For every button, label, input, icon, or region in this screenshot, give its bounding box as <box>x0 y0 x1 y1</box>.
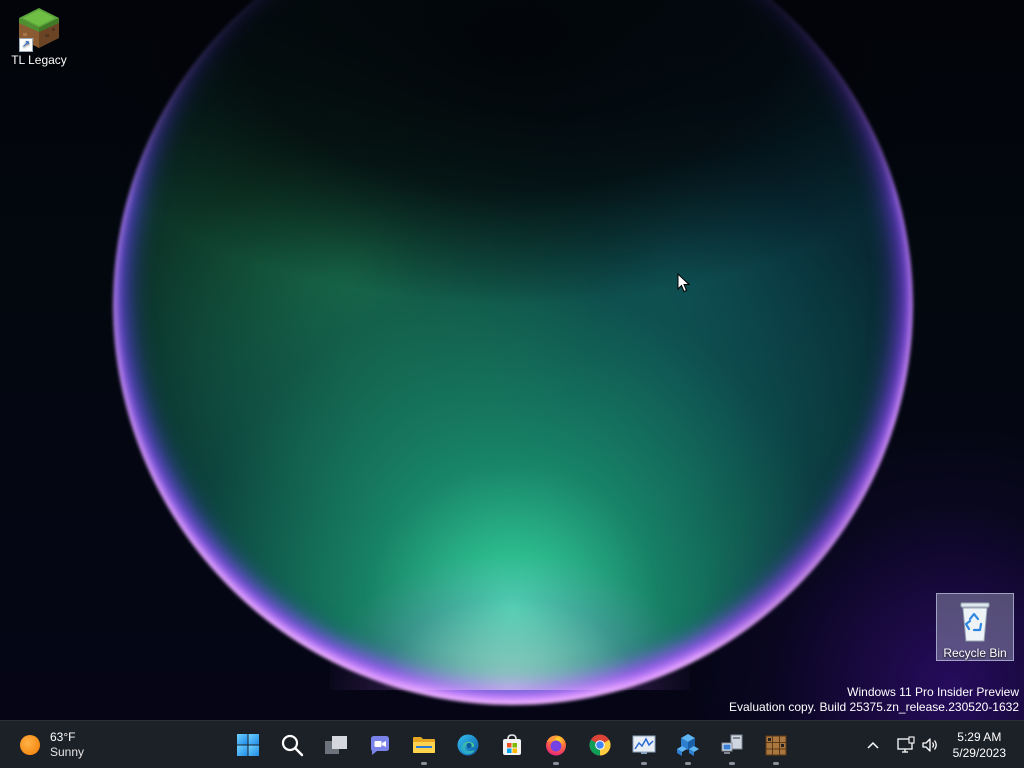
edge-icon <box>457 734 479 756</box>
mouse-cursor-icon <box>677 273 691 293</box>
app-network-button[interactable] <box>710 721 754 768</box>
resource-monitor-button[interactable] <box>622 721 666 768</box>
task-view-button[interactable] <box>314 721 358 768</box>
minecraft-grass-block-icon: ↗ <box>17 6 61 52</box>
volume-icon <box>921 738 937 752</box>
sun-icon <box>20 735 40 755</box>
blue-cubes-icon <box>677 734 699 756</box>
clock-button[interactable]: 5:29 AM 5/29/2023 <box>953 729 1006 761</box>
taskbar: 63°F Sunny 5:29 AM 5/29/2023 <box>0 720 1024 768</box>
app-crate-button[interactable] <box>754 721 798 768</box>
task-view-icon <box>325 736 347 754</box>
watermark-line-1: Windows 11 Pro Insider Preview <box>847 685 1019 699</box>
running-indicator <box>553 762 559 765</box>
clock-time: 5:29 AM <box>957 730 1002 744</box>
desktop-icon-label: Recycle Bin <box>943 646 1007 660</box>
quick-settings-button[interactable] <box>896 736 939 754</box>
wallpaper-glow <box>330 560 690 690</box>
search-button[interactable] <box>270 721 314 768</box>
watermark-line-2: Evaluation copy. Build 25375.zn_release.… <box>729 700 1019 714</box>
start-button[interactable] <box>226 721 270 768</box>
wooden-crate-icon <box>765 735 787 756</box>
running-indicator <box>685 762 691 765</box>
recycle-bin-icon <box>960 602 990 642</box>
microsoft-store-button[interactable] <box>490 721 534 768</box>
chrome-button[interactable] <box>578 721 622 768</box>
edge-button[interactable] <box>446 721 490 768</box>
weather-condition: Sunny <box>50 745 85 759</box>
running-indicator <box>729 762 735 765</box>
teams-chat-button[interactable] <box>358 721 402 768</box>
chrome-icon <box>589 734 611 756</box>
taskbar-apps <box>226 721 798 768</box>
wallpaper-purple-haze <box>700 430 1024 720</box>
weather-widget[interactable]: 63°F Sunny <box>12 728 84 762</box>
folder-icon <box>413 737 435 753</box>
monitor-chart-icon <box>632 735 656 754</box>
weather-temperature: 63°F <box>50 730 76 744</box>
show-hidden-icons-button[interactable] <box>861 733 885 757</box>
app-blue-cube-button[interactable] <box>666 721 710 768</box>
desktop-icon-recycle-bin[interactable]: Recycle Bin <box>936 593 1014 661</box>
running-indicator <box>421 762 427 765</box>
clock-date: 5/29/2023 <box>952 746 1006 760</box>
shortcut-arrow-icon: ↗ <box>19 38 33 52</box>
network-computers-icon <box>721 734 743 754</box>
running-indicator <box>641 762 647 765</box>
search-icon <box>281 734 304 757</box>
teams-chat-icon <box>371 736 389 755</box>
desktop-icon-tl-legacy[interactable]: ↗ TL Legacy <box>0 6 78 67</box>
file-explorer-button[interactable] <box>402 721 446 768</box>
store-icon <box>503 734 521 755</box>
firefox-icon <box>546 735 566 756</box>
windows-logo-icon <box>237 734 259 756</box>
evaluation-watermark: Windows 11 Pro Insider Preview Evaluatio… <box>729 685 1019 715</box>
system-tray: 5:29 AM 5/29/2023 <box>861 721 1024 768</box>
network-icon <box>896 736 915 753</box>
running-indicator <box>773 762 779 765</box>
chevron-up-icon <box>867 741 879 749</box>
desktop-icon-label: TL Legacy <box>11 53 67 67</box>
firefox-button[interactable] <box>534 721 578 768</box>
desktop-wallpaper <box>0 0 1024 720</box>
